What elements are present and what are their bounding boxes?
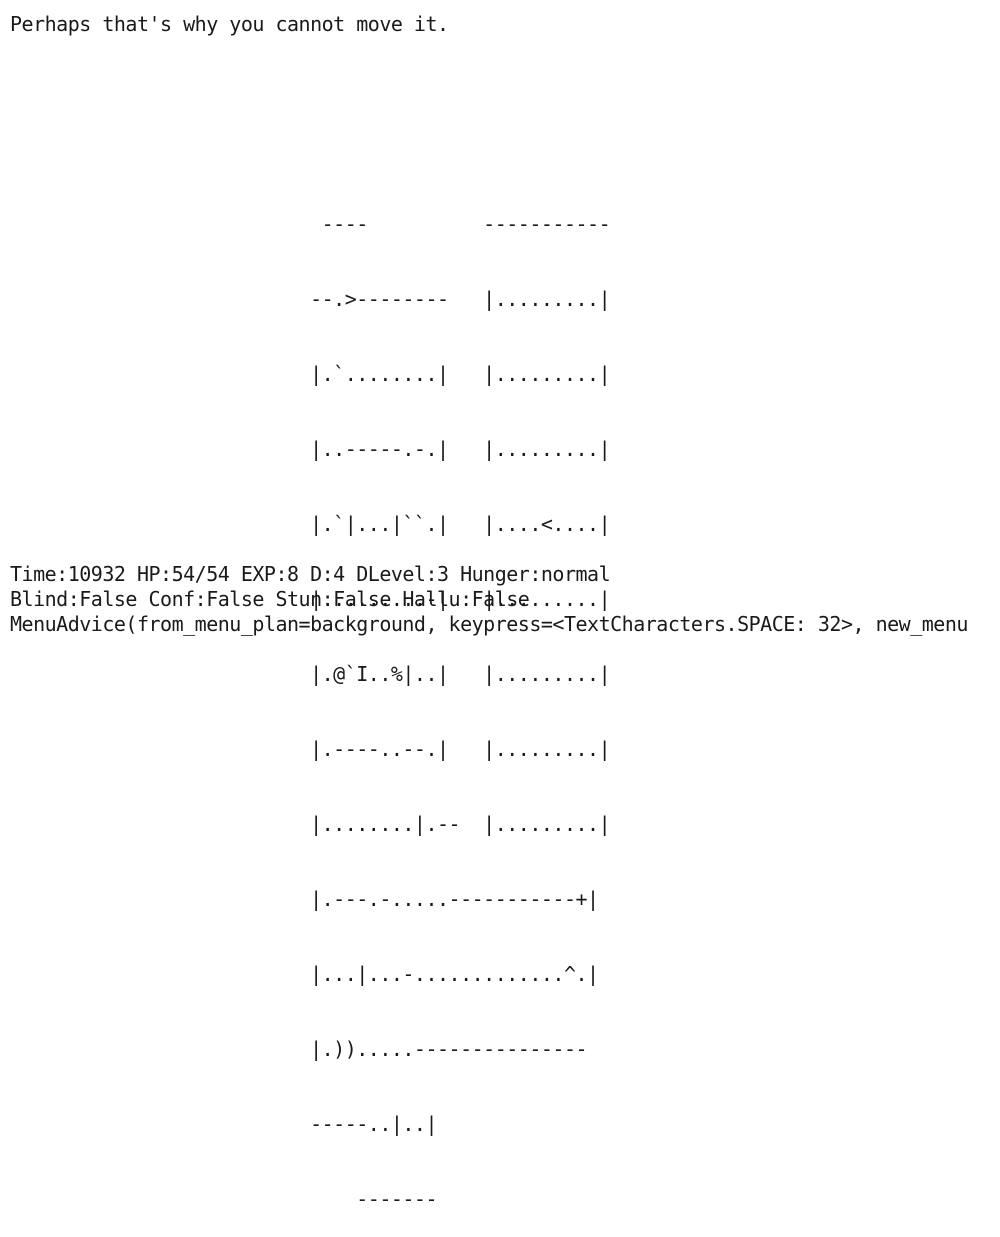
map-row: |........|.-- |.........| bbox=[10, 812, 611, 836]
map-row-player: |.@`I..%|..| |.........| bbox=[10, 662, 611, 686]
message-line: Perhaps that's why you cannot move it. bbox=[10, 12, 449, 36]
status-line-menu-advice: MenuAdvice(from_menu_plan=background, ke… bbox=[10, 612, 968, 636]
map-row: |.---.-.....-----------+| bbox=[10, 887, 599, 911]
map-row: |..-----.-.| |.........| bbox=[10, 437, 611, 461]
map-row: --.>-------- |.........| bbox=[10, 287, 611, 311]
map-row: |.)).....--------------- bbox=[10, 1037, 588, 1061]
map-row: |.----..--.| |.........| bbox=[10, 737, 611, 761]
status-line-stats: Time:10932 HP:54/54 EXP:8 D:4 DLevel:3 H… bbox=[10, 562, 611, 586]
map-row: ---- ----------- bbox=[10, 212, 611, 236]
map-row: |.`|...|``.| |....<....| bbox=[10, 512, 611, 536]
status-line-conditions: Blind:False Conf:False Stun:False Hallu:… bbox=[10, 587, 530, 611]
map-row: ------- bbox=[10, 1187, 438, 1211]
map-row: -----..|..| bbox=[10, 1112, 438, 1136]
dungeon-map: ---- ----------- --.>-------- |.........… bbox=[10, 162, 611, 1237]
map-row: |...|...-.............^.| bbox=[10, 962, 599, 986]
map-row: |.`........| |.........| bbox=[10, 362, 611, 386]
